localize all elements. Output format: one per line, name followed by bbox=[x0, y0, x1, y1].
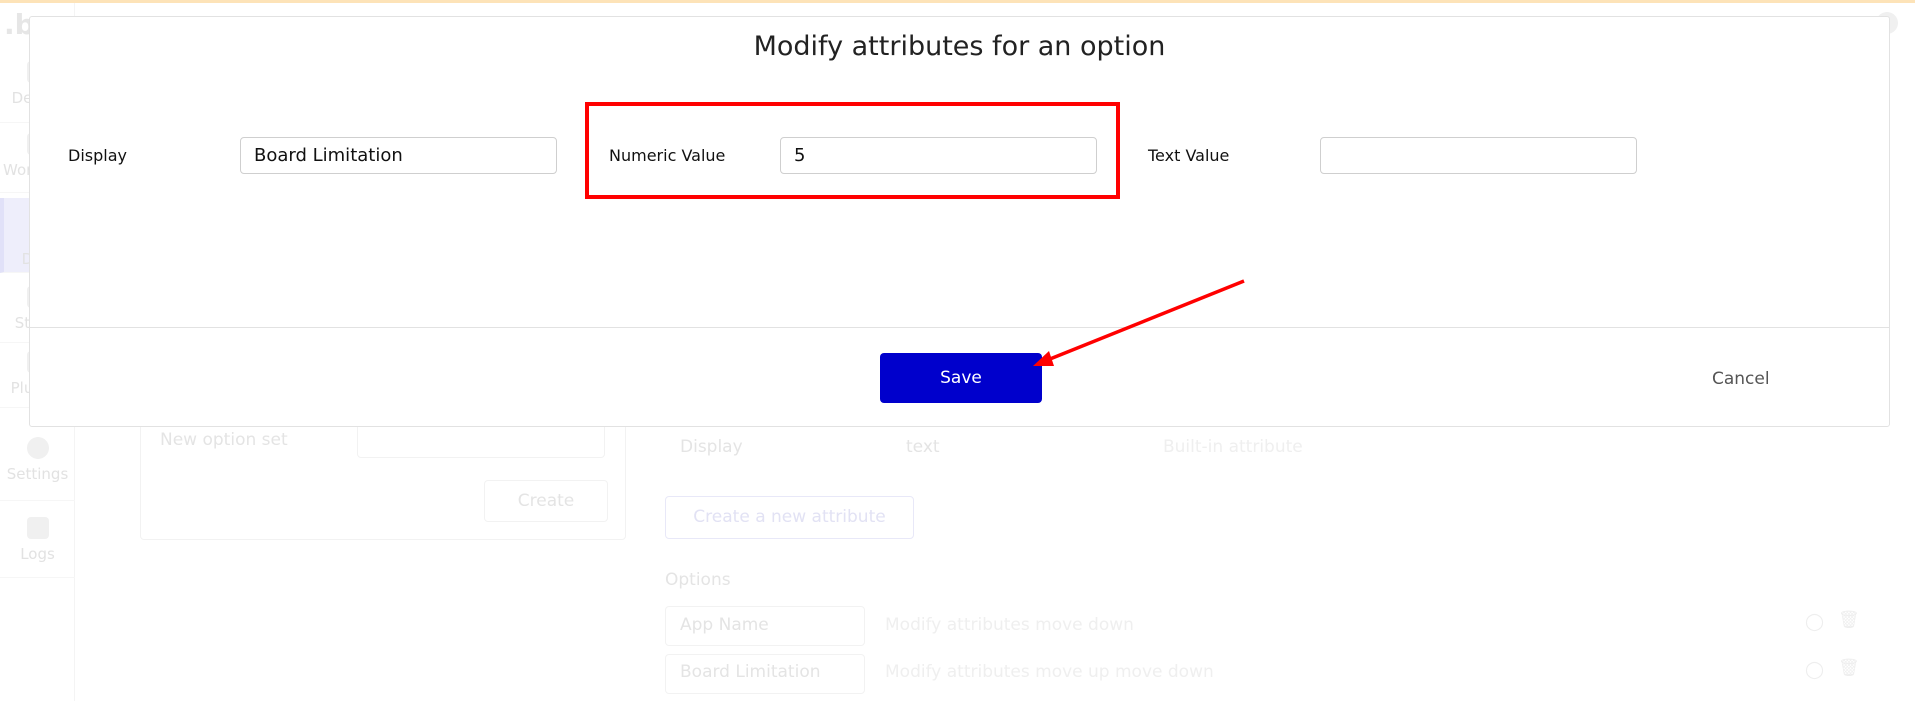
arrow-annotation bbox=[1033, 279, 1245, 366]
arrow-line bbox=[1044, 279, 1245, 363]
arrow-head bbox=[1033, 351, 1054, 366]
